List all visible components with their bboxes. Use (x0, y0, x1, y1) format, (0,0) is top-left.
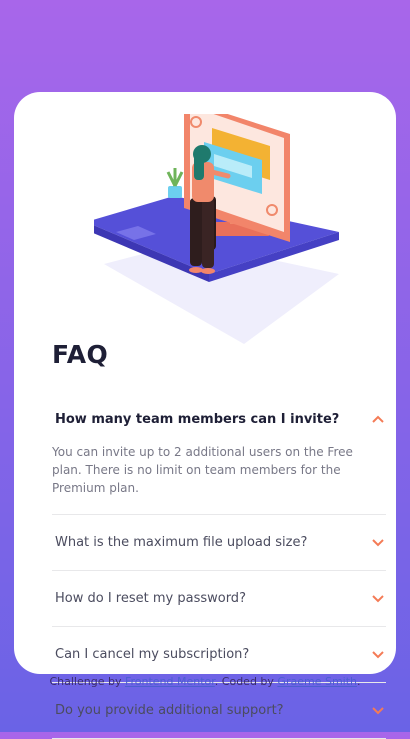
chevron-up-icon (372, 415, 384, 423)
faq-question: What is the maximum file upload size? (55, 535, 308, 550)
page-title: FAQ (52, 340, 109, 369)
chevron-down-icon (372, 706, 384, 714)
woman-at-monitor-illustration (94, 114, 339, 344)
faq-question-toggle[interactable]: How do I reset my password? (52, 571, 386, 626)
faq-item: How do I reset my password? (52, 571, 386, 627)
chevron-down-icon (372, 538, 384, 546)
faq-question-toggle[interactable]: How many team members can I invite? (52, 392, 386, 446)
faq-question: Do you provide additional support? (55, 703, 284, 718)
faq-question: Can I cancel my subscription? (55, 647, 250, 662)
chevron-down-icon (372, 650, 384, 658)
faq-item: Do you provide additional support? (52, 683, 386, 739)
faq-question-toggle[interactable]: What is the maximum file upload size? (52, 515, 386, 570)
faq-question-toggle[interactable]: Can I cancel my subscription? (52, 627, 386, 682)
faq-question-toggle[interactable]: Do you provide additional support? (52, 683, 386, 738)
author-link[interactable]: Graeme Smith (277, 675, 357, 688)
faq-card: FAQ How many team members can I invite? … (14, 92, 396, 739)
attribution-middle: . Coded by (214, 675, 274, 688)
attribution-suffix: . (357, 675, 361, 688)
attribution-prefix: Challenge by (49, 675, 122, 688)
faq-item: How many team members can I invite? You … (52, 392, 386, 515)
faq-item: What is the maximum file upload size? (52, 515, 386, 571)
faq-question: How many team members can I invite? (55, 411, 340, 427)
faq-answer: You can invite up to 2 additional users … (52, 445, 353, 495)
attribution: Challenge by Frontend Mentor. Coded by G… (0, 675, 410, 688)
faq-question: How do I reset my password? (55, 591, 246, 606)
chevron-down-icon (372, 594, 384, 602)
frontend-mentor-link[interactable]: Frontend Mentor (125, 675, 215, 688)
